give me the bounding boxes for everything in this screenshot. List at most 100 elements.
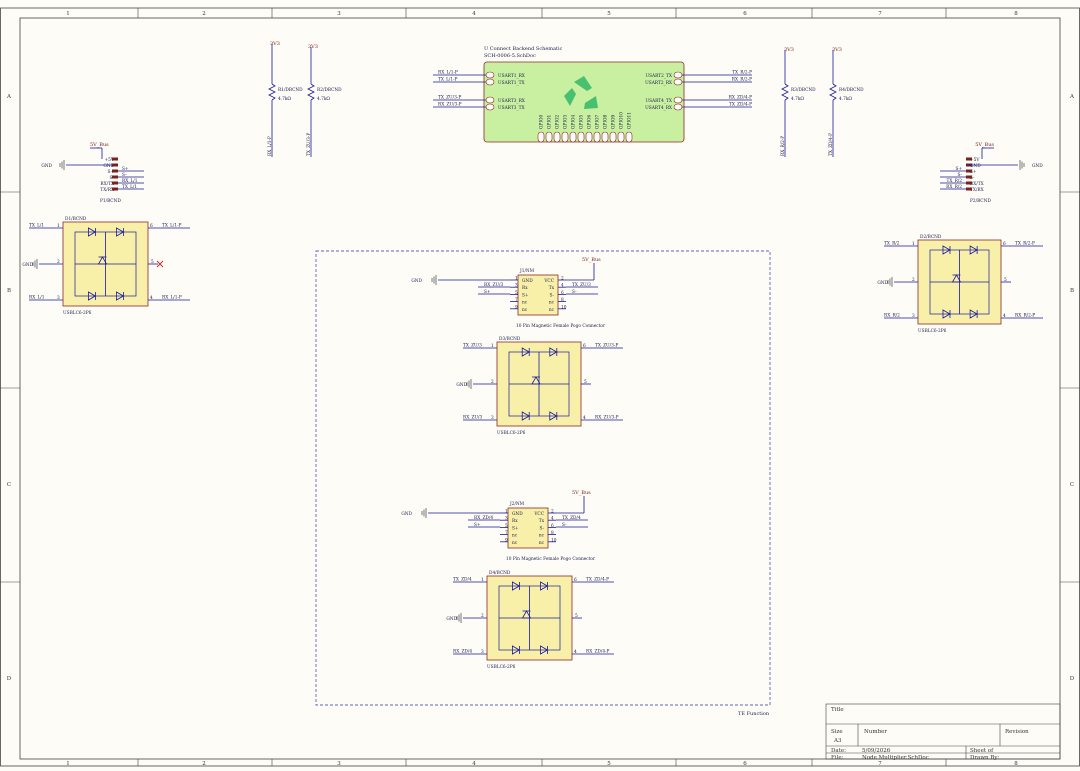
sheet-entry[interactable] [593, 131, 601, 143]
resistor-ref: R2/DBCND [317, 88, 342, 93]
pin-number: 4 [561, 284, 564, 289]
sheet-entry[interactable] [485, 78, 495, 86]
sheet-entry-label: GPIO4 [572, 114, 577, 129]
sheet-entry[interactable] [585, 131, 593, 143]
tvs-ref: D2/BCND [920, 235, 942, 240]
sheet-entry[interactable] [601, 131, 609, 143]
sheet-entry[interactable] [609, 131, 617, 143]
tvs-array[interactable]: TX_R/2 TX_R/2-P RX_R/2 RX_R/2-P 1 3 6 4 GND 2 5 D2/… [877, 235, 1043, 334]
net-label: RX_R/2 [946, 185, 962, 190]
gnd-label: GND [401, 512, 412, 517]
gnd-label: GND [41, 164, 52, 169]
pin-number: 5 [575, 614, 578, 619]
sheet-entry[interactable] [617, 131, 625, 143]
connector-pin-label: TX/RX [970, 188, 985, 193]
frame-row-label: D [1070, 676, 1075, 682]
pin-number: 6 [561, 291, 564, 296]
sheet-entry[interactable] [485, 103, 495, 111]
resistor-body [307, 83, 315, 101]
connector-pin[interactable] [112, 187, 118, 191]
connector-pin-label: Rx [522, 286, 528, 291]
net-label: RX_R/2 [884, 314, 900, 319]
pin-number: 1 [912, 242, 915, 247]
sheet-entry[interactable] [673, 78, 683, 86]
connector-pin[interactable] [966, 169, 972, 173]
ground-icon [431, 274, 437, 286]
connector-ref: J2/NM [509, 502, 525, 507]
sheet-entry[interactable] [553, 131, 561, 143]
resistor-ref: R4/DBCND [839, 88, 864, 93]
tvs-part: USBLC6-2P6 [497, 431, 526, 436]
tvs-array[interactable]: TX_ZU/3 TX_ZU/3-P RX_ZU/3 RX_ZU/3-P 1 3 6 4 GND 2… [456, 337, 623, 436]
connector-caption: 10 Pin Magnetic Female Pogo Connector [506, 557, 596, 562]
net-label: TX_R/2 [947, 179, 963, 184]
connector-pin[interactable] [966, 181, 972, 185]
net-label: S- [957, 173, 962, 178]
sheet-entry[interactable] [569, 131, 577, 143]
sheet-entry[interactable] [625, 131, 633, 143]
pin-number: 2 [481, 614, 484, 619]
net-label: TX_L/1-P [162, 224, 182, 229]
connector-pin-label: VCC [533, 512, 544, 517]
supply-3v3-r4: 3V3 [832, 47, 842, 53]
pin-number: 4 [583, 416, 586, 421]
sheet-entry[interactable] [537, 131, 545, 143]
net-label: RX_ZU/3 [463, 416, 482, 421]
net-label: S- [122, 173, 127, 178]
connector-pin[interactable] [112, 169, 118, 173]
sheet-entry[interactable] [485, 96, 495, 104]
connector-pin[interactable] [966, 187, 972, 191]
gnd-label: GND [877, 281, 888, 286]
connector-pin-label: nc [539, 541, 545, 546]
pin-number: 5 [515, 291, 518, 296]
resistor-value: 4.7kΩ [317, 97, 330, 102]
sheet-entry[interactable] [577, 131, 585, 143]
net-label: TX_L/1 [122, 185, 137, 190]
sheet-entry[interactable] [673, 103, 683, 111]
resistor[interactable]: R1/DBCND 4.7kΩ RX_L/1-P [268, 44, 303, 157]
connector-pin[interactable] [112, 163, 118, 167]
pin-number: 4 [150, 296, 153, 301]
pin-number: 1 [505, 510, 508, 515]
resistor-body [829, 83, 837, 101]
net-label: RX_ZU/3-P [438, 103, 462, 108]
connector-pin[interactable] [112, 175, 118, 179]
sheet-entry[interactable] [561, 131, 569, 143]
sheet-entry-label: GPIO0 [540, 114, 545, 129]
net-label: TX_ZU/3 [463, 344, 482, 349]
sheet-entry-label: GPIO1 [548, 114, 553, 129]
sheet-entry[interactable] [485, 71, 495, 79]
pin-number: 6 [1003, 242, 1006, 247]
connector-pin[interactable] [966, 157, 972, 161]
sheet-entry[interactable] [673, 96, 683, 104]
connector-pin-label: nc [549, 308, 555, 313]
connector-pin[interactable] [112, 157, 118, 161]
supply-5v-bus: 5V_Bus [572, 490, 591, 496]
resistor-value: 4.7kΩ [839, 97, 852, 102]
te-function-label: TE Function [738, 711, 770, 717]
resistor[interactable]: R3/DBCND 4.7kΩ RX_R/2-P [781, 50, 816, 157]
tvs-array[interactable]: TX_ZD/4 TX_ZD/4-P RX_ZD/4 RX_ZD/4-P 1 3 6 4 GND 2… [446, 571, 614, 670]
pin-number: 7 [505, 531, 508, 536]
resistor[interactable]: R4/DBCND 4.7kΩ TX_ZD/4-P [829, 50, 864, 157]
pin-number: 1 [57, 224, 60, 229]
connector-pin[interactable] [966, 175, 972, 179]
sheet-entry-label: USART4_RX [645, 106, 673, 111]
sheet-entry[interactable] [673, 71, 683, 79]
frame-column-label: 8 [1014, 11, 1018, 17]
net-label: TX_ZD/4-P [829, 133, 834, 156]
frame-column-label: 2 [202, 761, 206, 767]
net-label: RX_ZD/4 [453, 650, 472, 655]
sheet-entry[interactable] [545, 131, 553, 143]
connector-pin-label: S- [539, 526, 544, 531]
tvs-array[interactable]: TX_L/1 TX_L/1-P RX_L/1 RX_L/1-P 1 3 6 4 GND 2 5 D1/… [22, 217, 190, 316]
net-label: TX_ZU/3-P [307, 133, 312, 156]
frame-column-label: 6 [743, 11, 747, 17]
gnd-label: GND [22, 263, 33, 268]
tvs-part: USBLC6-2P6 [63, 311, 92, 316]
connector-pin-label: nc [539, 534, 545, 539]
pin-number: 5 [505, 524, 508, 529]
resistor[interactable]: R2/DBCND 4.7kΩ TX_ZU/3-P [307, 47, 342, 157]
pin-number: 9 [505, 538, 508, 543]
connector-pin[interactable] [112, 181, 118, 185]
